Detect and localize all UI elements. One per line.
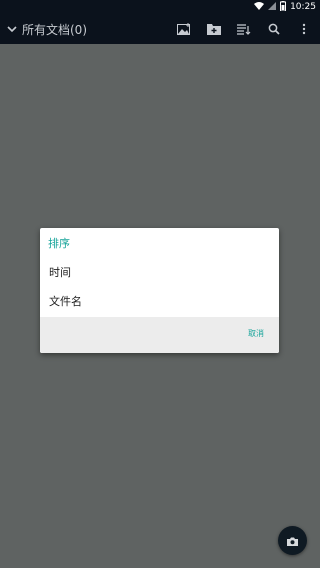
dialog-title: 排序 [48,237,70,250]
search-icon[interactable] [266,21,282,37]
sort-dialog: 排序 时间 文件名 取消 [40,228,279,353]
top-app-bar: 所有文档(0) [0,14,320,44]
sort-option-label: 时间 [49,266,71,279]
folder-add-icon[interactable] [206,21,222,37]
folder-selector[interactable]: 所有文档(0) [6,14,87,44]
sort-option-label: 文件名 [49,295,82,308]
wifi-icon [254,1,265,13]
more-vert-icon[interactable] [296,21,312,37]
dialog-footer: 取消 [40,317,279,353]
sort-option-time[interactable]: 时间 [40,258,279,286]
sort-icon[interactable] [236,21,252,37]
camera-fab[interactable] [278,526,307,555]
camera-icon [287,531,298,550]
toolbar-actions [176,14,312,44]
cancel-button[interactable]: 取消 [248,328,264,339]
page-title: 所有文档(0) [22,22,87,37]
status-icons: 10:25 [254,0,316,14]
sort-option-filename[interactable]: 文件名 [40,287,279,315]
status-bar: 10:25 [0,0,320,14]
chevron-down-icon [6,20,18,39]
battery-icon [280,0,287,14]
signal-icon [268,1,277,13]
image-add-icon[interactable] [176,21,192,37]
status-time: 10:25 [290,2,316,12]
